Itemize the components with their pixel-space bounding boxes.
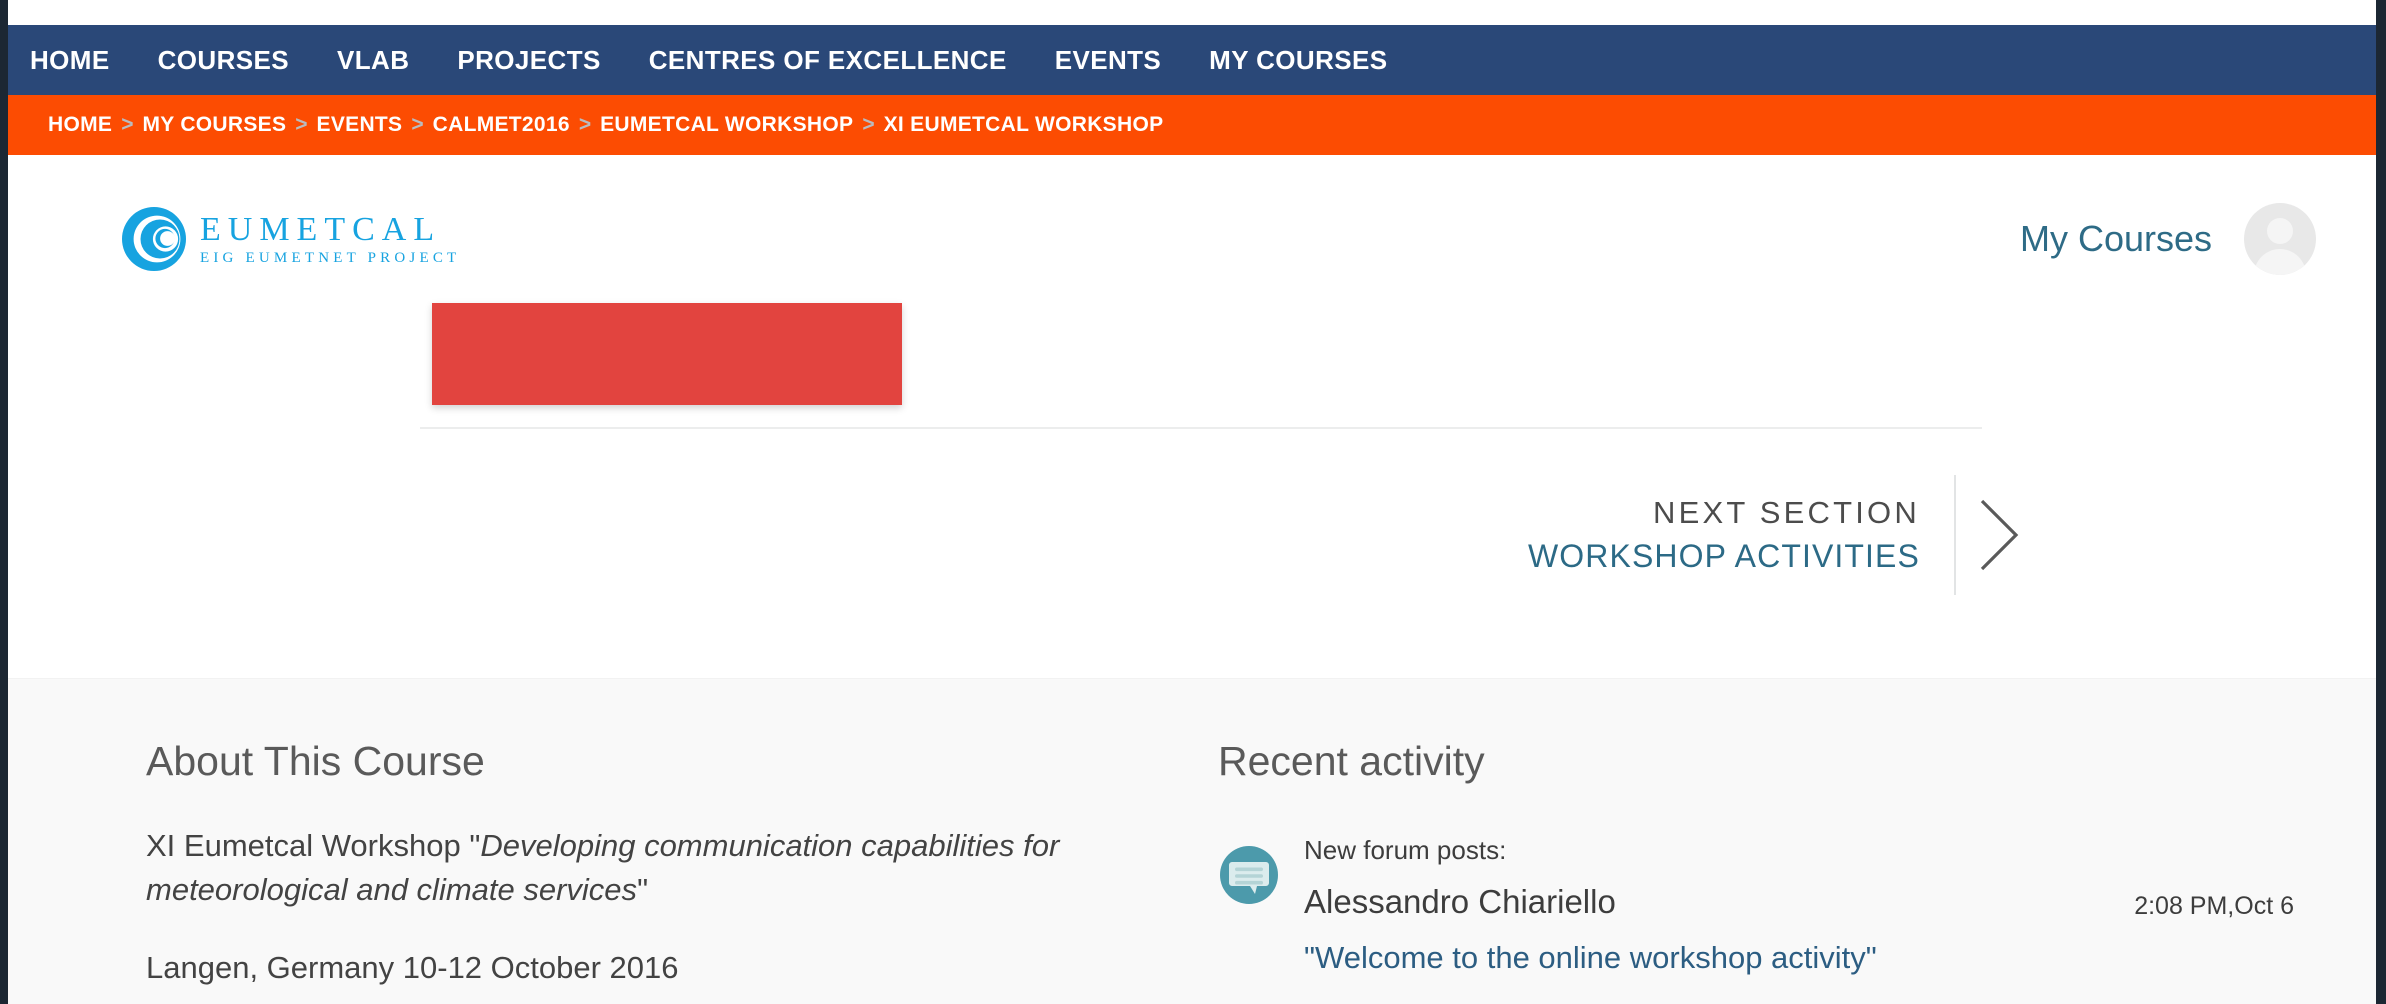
breadcrumb-separator-icon: > bbox=[862, 113, 875, 136]
activity-timestamp: 2:08 PM,Oct 6 bbox=[2134, 892, 2294, 921]
next-section-link[interactable]: NEXT SECTION WORKSHOP ACTIVITIES bbox=[1528, 475, 2042, 595]
breadcrumb-separator-icon: > bbox=[121, 113, 134, 136]
primary-navigation-bar: HOME COURSES VLAB PROJECTS CENTRES OF EX… bbox=[8, 25, 2376, 95]
site-logo[interactable]: EUMETCAL EIG EUMETNET PROJECT bbox=[120, 205, 460, 273]
nav-item-centres-of-excellence[interactable]: CENTRES OF EXCELLENCE bbox=[649, 45, 1007, 76]
about-this-course-description: XI Eumetcal Workshop "Developing communi… bbox=[146, 824, 1206, 912]
breadcrumb-item-my-courses[interactable]: MY COURSES bbox=[142, 113, 286, 137]
activity-post-link[interactable]: "Welcome to the online workshop activity… bbox=[1304, 938, 2328, 978]
about-course-dates: Langen, Germany 10-12 October 2016 bbox=[146, 950, 679, 986]
nav-item-projects[interactable]: PROJECTS bbox=[457, 45, 600, 76]
course-section-card[interactable] bbox=[432, 303, 902, 405]
nav-item-events[interactable]: EVENTS bbox=[1055, 45, 1161, 76]
window-frame-left-edge bbox=[0, 0, 8, 1004]
breadcrumb-separator-icon: > bbox=[295, 113, 308, 136]
window-top-strip bbox=[8, 0, 2376, 25]
forum-speech-bubble-icon bbox=[1218, 844, 1280, 906]
breadcrumb-item-events[interactable]: EVENTS bbox=[317, 113, 403, 137]
activity-details: New forum posts: Alessandro Chiariello "… bbox=[1304, 834, 2328, 978]
nav-item-vlab[interactable]: VLAB bbox=[337, 45, 409, 76]
window-frame-right-edge bbox=[2376, 0, 2386, 1004]
breadcrumb-item-eumetcal-workshop[interactable]: EUMETCAL WORKSHOP bbox=[600, 113, 853, 137]
user-avatar-placeholder-icon[interactable] bbox=[2244, 203, 2316, 275]
avatar-head-shape bbox=[2267, 218, 2293, 244]
about-this-course-column: About This Course XI Eumetcal Workshop "… bbox=[146, 737, 1206, 990]
recent-activity-column: Recent activity New forum posts: Alessan… bbox=[1218, 737, 2328, 978]
my-courses-link[interactable]: My Courses bbox=[2020, 218, 2212, 260]
about-description-tail: " bbox=[637, 872, 649, 908]
breadcrumb-item-xi-eumetcal-workshop[interactable]: XI EUMETCAL WORKSHOP bbox=[884, 113, 1164, 137]
next-section-labels: NEXT SECTION WORKSHOP ACTIVITIES bbox=[1528, 492, 1954, 579]
content-divider bbox=[420, 427, 1982, 429]
activity-kicker: New forum posts: bbox=[1304, 835, 1507, 866]
eumetcal-crescent-logo-icon bbox=[120, 205, 188, 273]
next-section-title: WORKSHOP ACTIVITIES bbox=[1528, 538, 1920, 575]
page-content: HOME COURSES VLAB PROJECTS CENTRES OF EX… bbox=[8, 25, 2376, 1004]
breadcrumb-separator-icon: > bbox=[578, 113, 592, 136]
recent-activity-heading: Recent activity bbox=[1218, 738, 1485, 784]
about-this-course-heading: About This Course bbox=[146, 738, 485, 784]
course-content-area: NEXT SECTION WORKSHOP ACTIVITIES bbox=[8, 303, 2376, 678]
logo-title: EUMETCAL bbox=[200, 210, 442, 248]
logo-wordmark: EUMETCAL EIG EUMETNET PROJECT bbox=[200, 210, 461, 266]
breadcrumb-separator-icon: > bbox=[411, 113, 424, 136]
breadcrumb-item-calmet2016[interactable]: CALMET2016 bbox=[433, 113, 570, 137]
next-section-kicker: NEXT SECTION bbox=[1653, 494, 1920, 530]
logo-subtitle: EIG EUMETNET PROJECT bbox=[200, 249, 461, 266]
breadcrumb-item-home[interactable]: HOME bbox=[48, 113, 112, 137]
nav-item-home[interactable]: HOME bbox=[30, 45, 110, 76]
header-right-group: My Courses bbox=[2020, 203, 2316, 275]
nav-item-courses[interactable]: COURSES bbox=[158, 45, 289, 76]
avatar-body-shape bbox=[2254, 249, 2306, 275]
about-description-lead: XI Eumetcal Workshop " bbox=[146, 828, 481, 864]
browser-viewport: HOME COURSES VLAB PROJECTS CENTRES OF EX… bbox=[0, 0, 2386, 1004]
nav-item-my-courses[interactable]: MY COURSES bbox=[1209, 45, 1387, 76]
chevron-right-icon[interactable] bbox=[1956, 475, 2042, 595]
breadcrumb: HOME > MY COURSES > EVENTS > CALMET2016 … bbox=[8, 95, 2376, 155]
course-info-section: About This Course XI Eumetcal Workshop "… bbox=[8, 678, 2376, 1004]
list-item: New forum posts: Alessandro Chiariello "… bbox=[1218, 834, 2328, 978]
